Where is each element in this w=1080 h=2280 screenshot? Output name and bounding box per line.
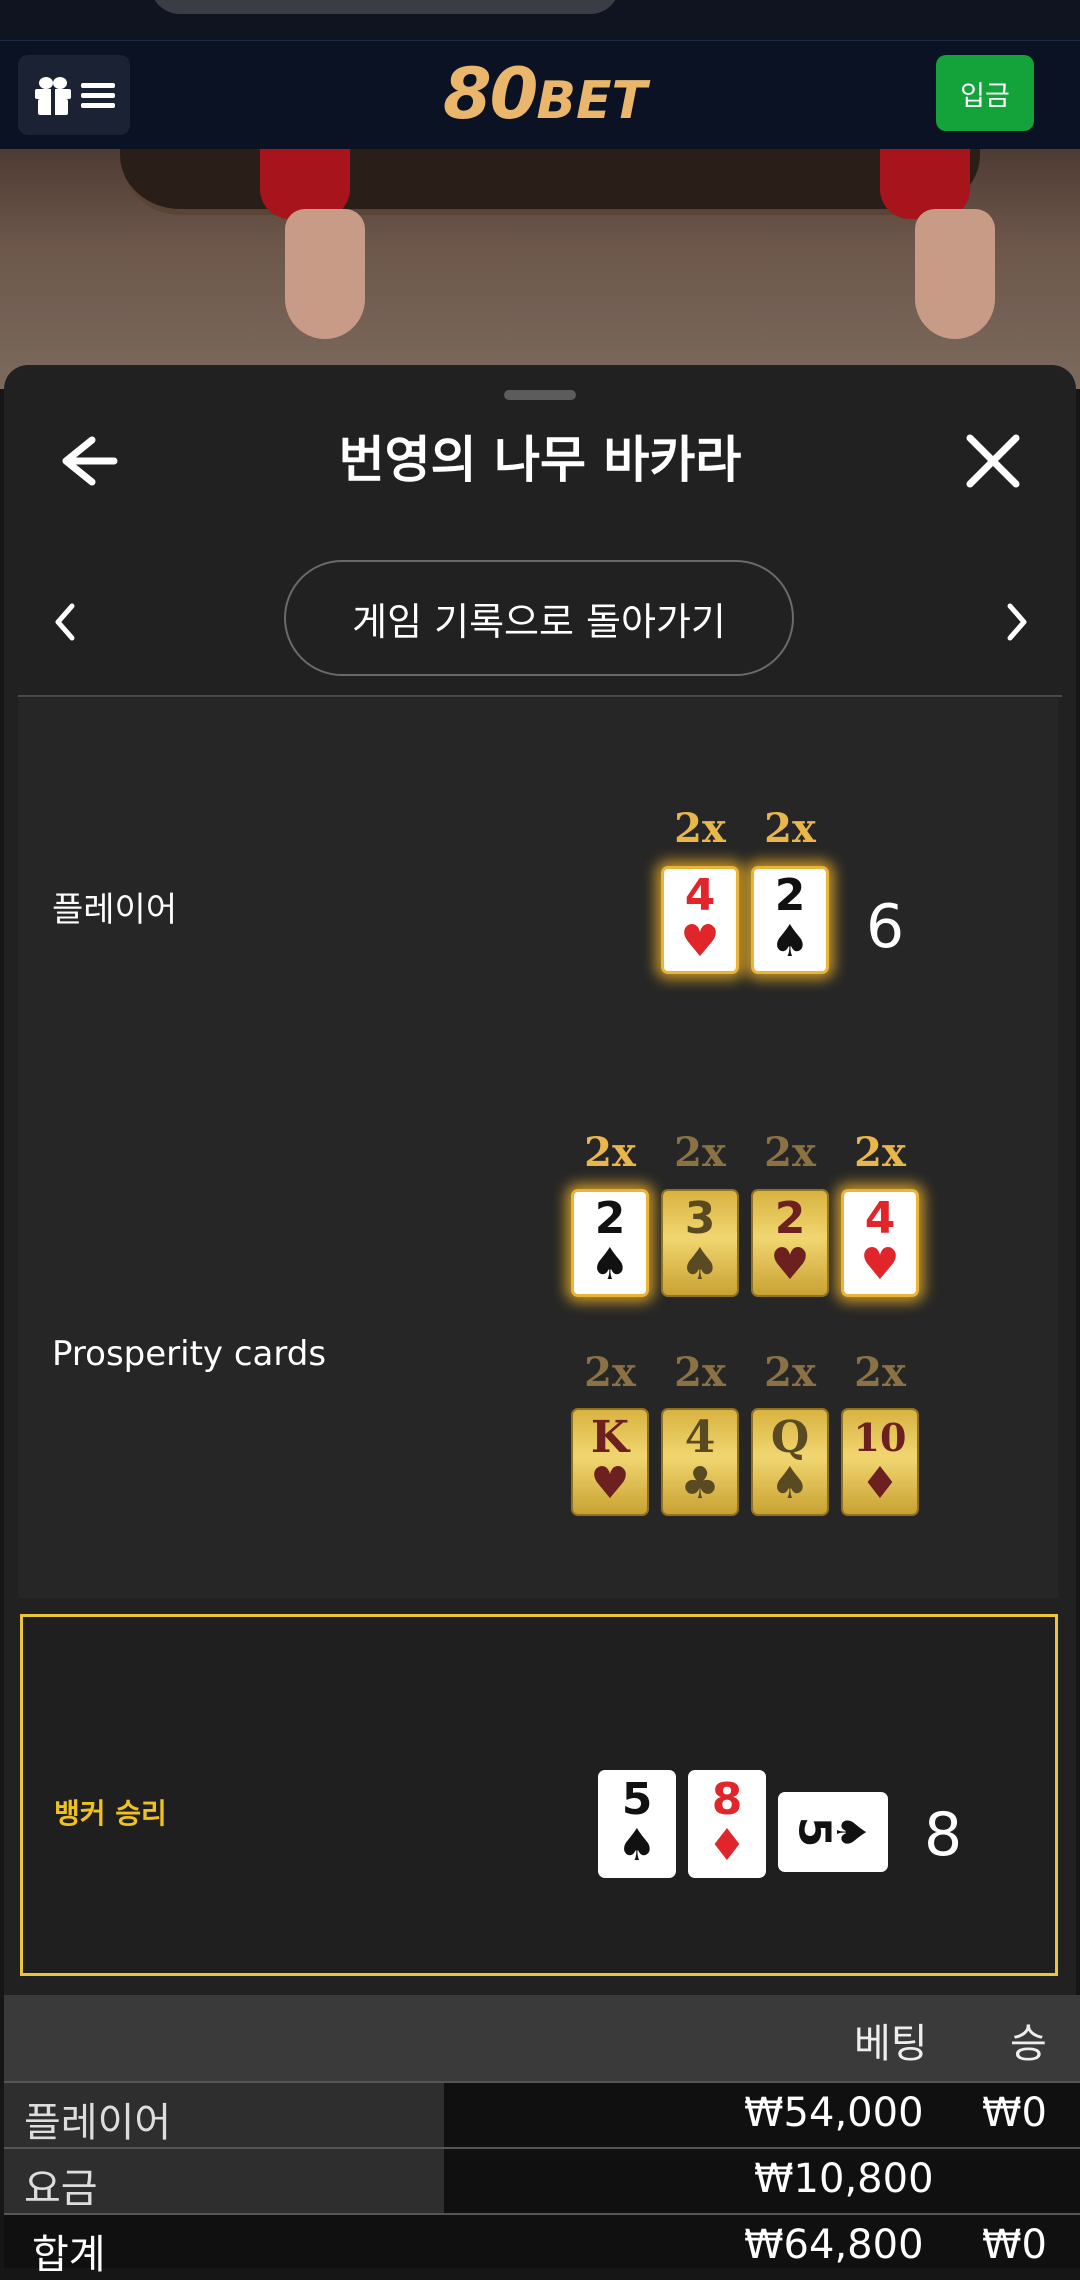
playing-card: Q ♠: [751, 1408, 829, 1516]
back-arrow-icon[interactable]: [52, 430, 120, 492]
playing-card: 4 ♥: [661, 866, 739, 974]
prosperity-multiplier: 2x: [854, 1349, 906, 1396]
prosperity-multiplier: 2x: [584, 1129, 636, 1176]
bet-amount: ₩10,800: [754, 2156, 934, 2202]
table-row: 플레이어 ₩54,000 ₩0: [4, 2081, 1080, 2147]
player-multiplier: 2x: [764, 805, 816, 852]
status-bar: [0, 0, 1080, 40]
chevron-left-icon[interactable]: [46, 592, 86, 652]
divider: [18, 695, 1062, 697]
bet-amount: ₩54,000: [744, 2090, 924, 2136]
playing-card: 8 ♦: [688, 1770, 766, 1878]
banker-win-label: 뱅커 승리: [54, 1797, 167, 1830]
playing-card: K ♥: [571, 1408, 649, 1516]
player-label: 플레이어: [52, 890, 178, 930]
playing-card-sideways: 5 ♠: [778, 1792, 888, 1872]
banker-total: 8: [924, 1800, 963, 1870]
playing-card: 2 ♠: [751, 866, 829, 974]
playing-card: 2 ♠: [571, 1189, 649, 1297]
column-header-bet: 베팅: [854, 2021, 928, 2067]
prosperity-multiplier: 2x: [674, 1129, 726, 1176]
drag-handle[interactable]: [504, 390, 576, 400]
prosperity-multiplier: 2x: [674, 1349, 726, 1396]
prosperity-multiplier: 2x: [584, 1349, 636, 1396]
gift-icon: [35, 77, 71, 115]
bet-amount: ₩64,800: [744, 2222, 924, 2268]
site-header: 80 BET 입금: [0, 40, 1080, 150]
playing-card: 2 ♥: [751, 1189, 829, 1297]
chevron-right-icon[interactable]: [996, 592, 1036, 652]
playing-card: 3 ♠: [661, 1189, 739, 1297]
back-to-history-button[interactable]: 게임 기록으로 돌아가기: [284, 560, 794, 676]
win-amount: ₩0: [982, 2090, 1047, 2136]
playing-card: 4 ♥: [841, 1189, 919, 1297]
playing-card: 5 ♠: [598, 1770, 676, 1878]
row-label: 합계: [32, 2232, 106, 2278]
hamburger-icon: [81, 83, 115, 108]
deposit-button[interactable]: 입금: [936, 55, 1034, 131]
player-multiplier: 2x: [674, 805, 726, 852]
close-icon[interactable]: [962, 430, 1024, 492]
column-header-win: 승: [1010, 2021, 1047, 2067]
prosperity-label: Prosperity cards: [52, 1334, 327, 1374]
menu-button[interactable]: [18, 55, 130, 135]
table-row: 합계 ₩64,800 ₩0: [4, 2213, 1080, 2278]
win-amount: ₩0: [982, 2222, 1047, 2268]
prosperity-multiplier: 2x: [854, 1129, 906, 1176]
bets-table-header: 베팅 승: [4, 1995, 1080, 2081]
playing-card: 10 ♦: [841, 1408, 919, 1516]
playing-card: 4 ♣: [661, 1408, 739, 1516]
table-row: 요금 ₩10,800: [4, 2147, 1080, 2213]
prosperity-multiplier: 2x: [764, 1129, 816, 1176]
row-label: 플레이어: [24, 2100, 172, 2146]
brand-logo[interactable]: 80 BET: [420, 49, 670, 139]
row-label: 요금: [24, 2166, 98, 2212]
live-video-background: [0, 149, 1080, 389]
banker-result-box: [20, 1614, 1058, 1976]
player-total: 6: [866, 892, 905, 962]
prosperity-multiplier: 2x: [764, 1349, 816, 1396]
page-title: 번영의 나무 바카라: [338, 431, 742, 489]
